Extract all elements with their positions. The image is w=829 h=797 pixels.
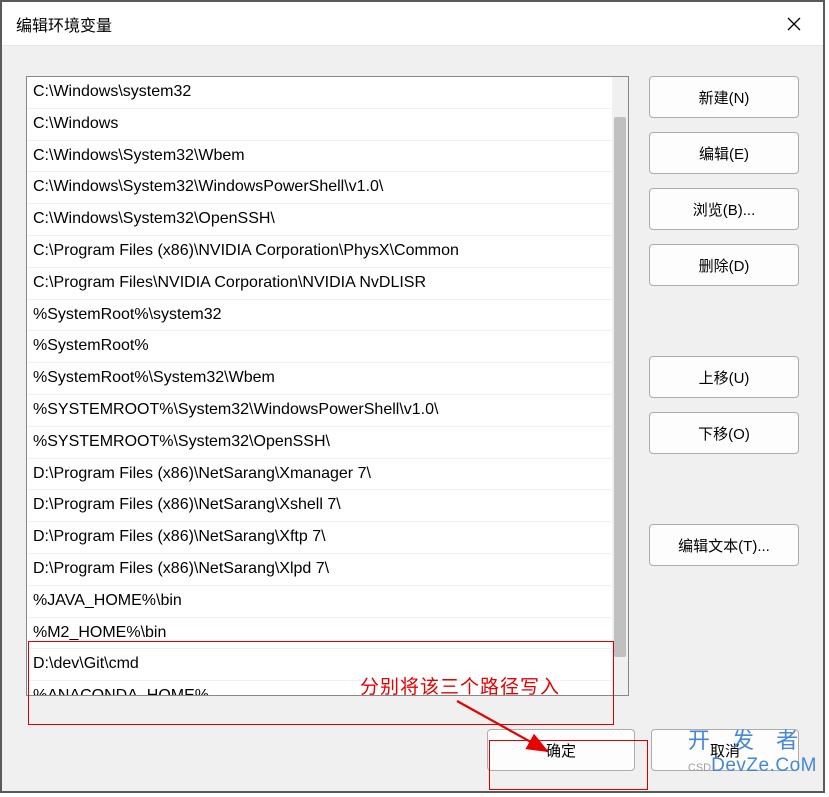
list-item[interactable]: %SystemRoot% [27,331,612,363]
close-button[interactable] [765,2,823,46]
new-button[interactable]: 新建(N) [649,76,799,118]
list-item[interactable]: %M2_HOME%\bin [27,618,612,650]
dialog-window: 编辑环境变量 C:\Windows\system32C:\WindowsC:\W… [0,0,825,793]
scrollbar[interactable] [612,77,628,695]
list-item[interactable]: D:\Program Files (x86)\NetSarang\Xftp 7\ [27,522,612,554]
list-item[interactable]: %SystemRoot%\System32\Wbem [27,363,612,395]
list-item[interactable]: C:\Windows\System32\WindowsPowerShell\v1… [27,172,612,204]
list-item[interactable]: D:\Program Files (x86)\NetSarang\Xshell … [27,490,612,522]
browse-button[interactable]: 浏览(B)... [649,188,799,230]
delete-button[interactable]: 删除(D) [649,244,799,286]
close-icon [787,17,801,31]
side-button-column: 新建(N) 编辑(E) 浏览(B)... 删除(D) 上移(U) 下移(O) 编… [649,76,799,696]
edit-button[interactable]: 编辑(E) [649,132,799,174]
scrollbar-thumb[interactable] [614,117,626,657]
list-item[interactable]: %JAVA_HOME%\bin [27,586,612,618]
list-item[interactable]: D:\Program Files (x86)\NetSarang\Xmanage… [27,459,612,491]
move-down-button[interactable]: 下移(O) [649,412,799,454]
ok-button[interactable]: 确定 [487,729,635,771]
list-item[interactable]: C:\Windows\system32 [27,77,612,109]
annotation-text: 分别将该三个路径写入 [360,672,560,699]
edit-text-button[interactable]: 编辑文本(T)... [649,524,799,566]
list-item[interactable]: C:\Windows\System32\OpenSSH\ [27,204,612,236]
titlebar: 编辑环境变量 [2,2,823,46]
cancel-button[interactable]: 取消 [651,729,799,771]
footer-buttons: 确定 取消 [487,729,799,771]
list-scroll-viewport: C:\Windows\system32C:\WindowsC:\Windows\… [27,77,612,695]
list-item[interactable]: C:\Program Files\NVIDIA Corporation\NVID… [27,268,612,300]
list-item[interactable]: C:\Windows\System32\Wbem [27,141,612,173]
list-item[interactable]: %SYSTEMROOT%\System32\WindowsPowerShell\… [27,395,612,427]
main-row: C:\Windows\system32C:\WindowsC:\Windows\… [26,76,799,696]
list-item[interactable]: C:\Program Files (x86)\NVIDIA Corporatio… [27,236,612,268]
path-listbox[interactable]: C:\Windows\system32C:\WindowsC:\Windows\… [26,76,629,696]
window-title: 编辑环境变量 [16,12,112,36]
list-item[interactable]: %SystemRoot%\system32 [27,300,612,332]
list-item[interactable]: D:\Program Files (x86)\NetSarang\Xlpd 7\ [27,554,612,586]
list-item[interactable]: %SYSTEMROOT%\System32\OpenSSH\ [27,427,612,459]
move-up-button[interactable]: 上移(U) [649,356,799,398]
list-item[interactable]: C:\Windows [27,109,612,141]
